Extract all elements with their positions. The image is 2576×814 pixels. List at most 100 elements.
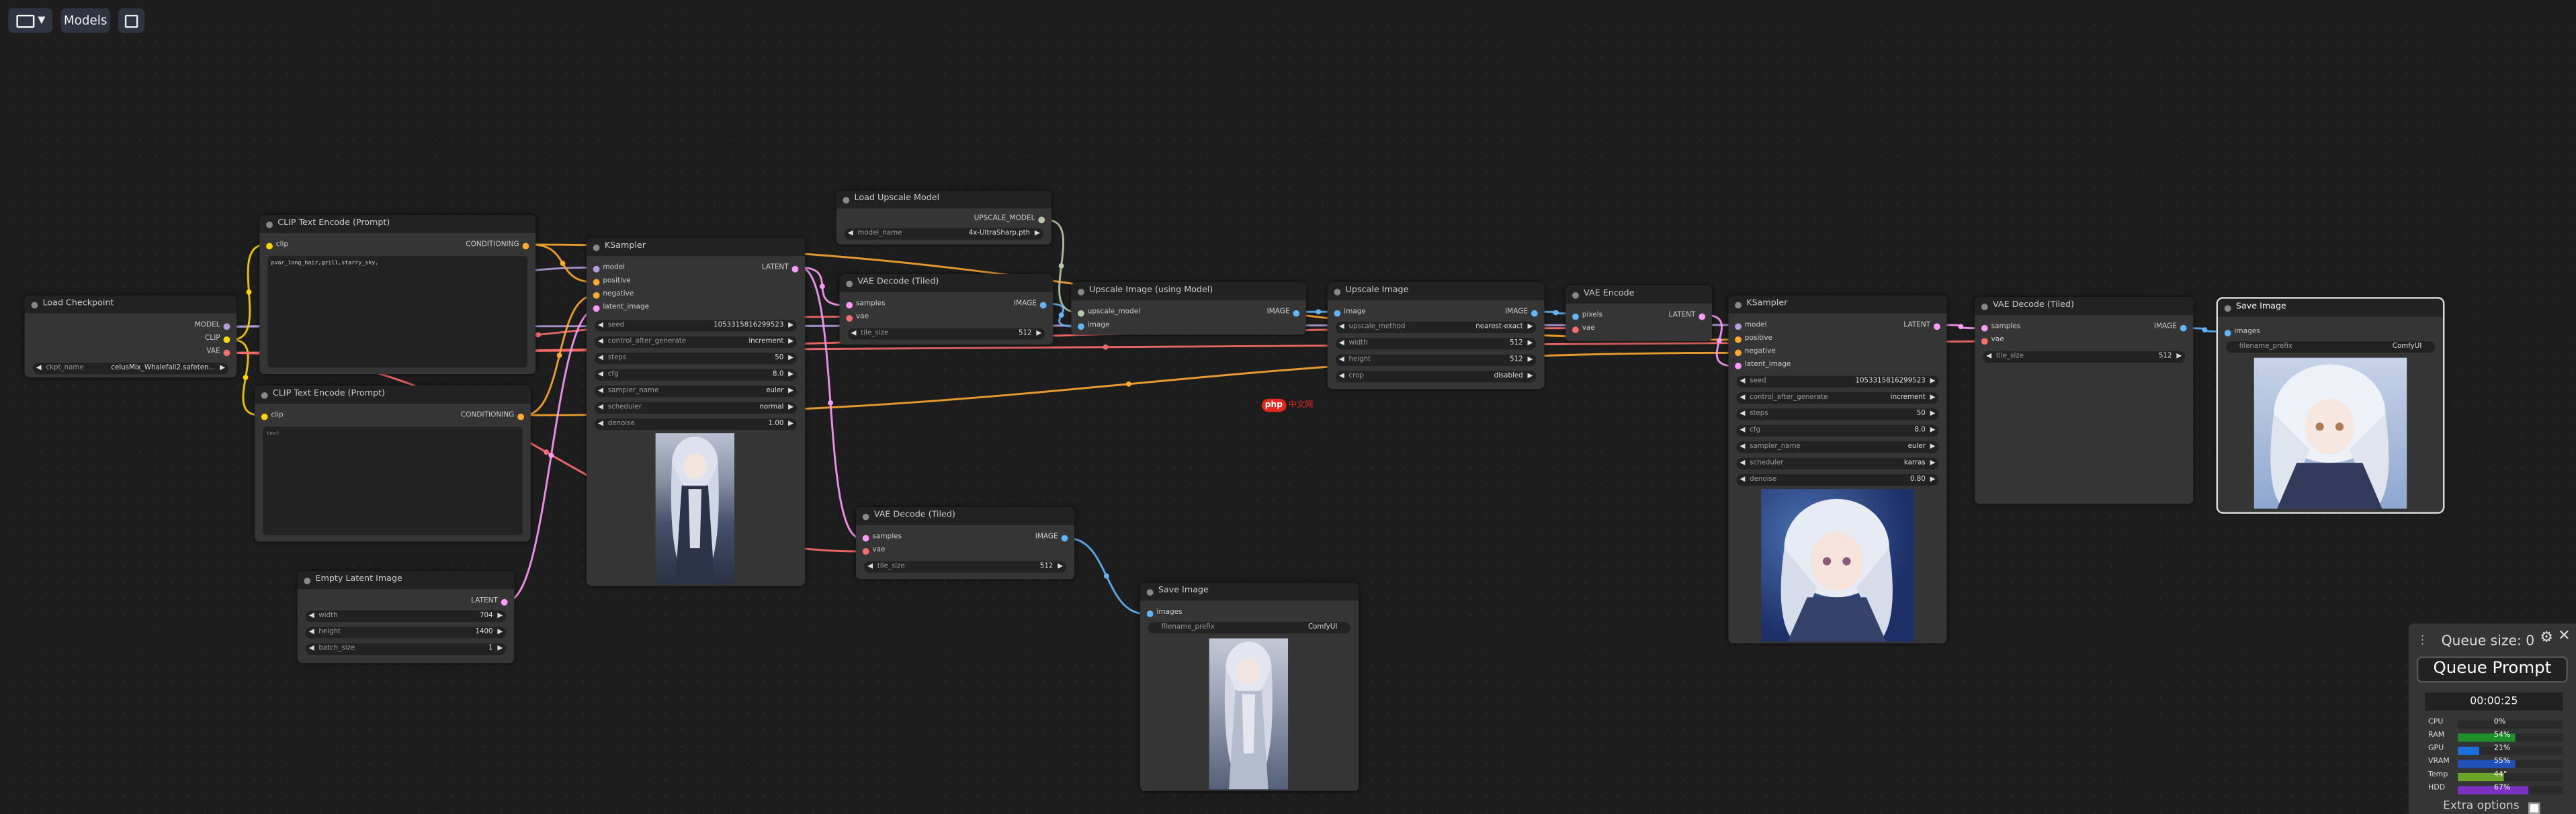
tile-size-widget[interactable]: ◀ tile_size 512 ▶ [847, 328, 1045, 339]
output-conditioning[interactable]: CONDITIONING [466, 241, 529, 249]
collapse-dot[interactable] [843, 195, 850, 203]
save-workflow-button[interactable] [118, 8, 145, 33]
crop-combo[interactable]: ◀ crop disabled ▶ [1335, 371, 1537, 382]
node-title[interactable]: CLIP Text Encode (Prompt) [259, 215, 536, 233]
sampler-name-widget[interactable]: ◀ sampler_name euler ▶ [595, 386, 797, 397]
output-latent[interactable]: LATENT [762, 264, 799, 273]
seed-widget[interactable]: ◀ seed 1053315816299523 ▶ [1736, 375, 1939, 387]
input-model[interactable]: model [593, 264, 625, 273]
input-clip[interactable]: clip [266, 241, 288, 249]
denoise-widget[interactable]: ◀ denoise 1.00 ▶ [595, 418, 797, 430]
vae-decode-tiled-node-1[interactable]: VAE Decode (Tiled) samples vae IMAGE ◀ ti… [839, 274, 1054, 345]
input-image[interactable]: image [1334, 308, 1366, 317]
node-title[interactable]: Upscale Image (using Model) [1071, 282, 1306, 301]
vae-decode-tiled-node-2[interactable]: VAE Decode (Tiled) samples vae IMAGE ◀ ti… [855, 507, 1075, 580]
batch-size-widget[interactable]: ◀ batch_size 1 ▶ [305, 643, 507, 654]
output-vae[interactable]: VAE [206, 348, 230, 356]
clip-text-encode-negative-node[interactable]: CLIP Text Encode (Prompt) clip CONDITION… [255, 386, 531, 542]
input-samples[interactable]: samples [1981, 323, 2020, 332]
filename-prefix-field[interactable]: filename_prefix ComfyUI [2226, 341, 2435, 353]
output-image[interactable]: IMAGE [1035, 533, 1068, 541]
folder-menu-button[interactable]: ▼ [8, 8, 53, 33]
scheduler-widget[interactable]: ◀ scheduler normal ▶ [595, 402, 797, 413]
ksampler-node-2[interactable]: KSampler model positive negative latent_… [1728, 295, 1947, 643]
collapse-dot[interactable] [593, 243, 600, 251]
clip-text-encode-positive-node[interactable]: CLIP Text Encode (Prompt) clip CONDITION… [259, 215, 536, 375]
width-widget[interactable]: ◀ width 512 ▶ [1335, 338, 1537, 349]
model-name-combo[interactable]: ◀ model_name 4x-UltraSharp.pth ▶ [844, 228, 1043, 239]
output-clip[interactable]: CLIP [205, 334, 230, 343]
input-upscale-model[interactable]: upscale_model [1078, 308, 1140, 317]
empty-latent-image-node[interactable]: Empty Latent Image LATENT ◀ width 704 ▶ ◀ he… [297, 571, 515, 664]
output-upscale-model[interactable]: UPSCALE_MODEL [974, 215, 1045, 223]
collapse-dot[interactable] [304, 576, 311, 584]
output-image[interactable]: IMAGE [1505, 308, 1538, 317]
ckpt-name-combo[interactable]: ◀ ckpt_name celusMix_Whalefall2.safeten...… [32, 363, 228, 374]
output-model[interactable]: MODEL [195, 322, 230, 330]
input-model[interactable]: model [1735, 322, 1767, 330]
extra-options-checkbox[interactable] [2528, 802, 2540, 814]
input-image[interactable]: image [1078, 322, 1109, 330]
output-image[interactable]: IMAGE [1267, 308, 1300, 317]
collapse-dot[interactable] [862, 512, 869, 520]
ksampler-node-1[interactable]: KSampler model positive negative latent_… [586, 238, 806, 586]
input-latent-image[interactable]: latent_image [1735, 361, 1791, 369]
control-after-generate-widget[interactable]: ◀ control_after_generate increment ▶ [1736, 392, 1939, 404]
input-positive[interactable]: positive [593, 277, 631, 285]
node-title[interactable]: VAE Decode (Tiled) [839, 274, 1054, 292]
upscale-image-using-model-node[interactable]: Upscale Image (using Model) upscale_mode… [1071, 282, 1306, 335]
output-image[interactable]: IMAGE [1014, 300, 1047, 308]
models-button[interactable]: Models [60, 8, 110, 33]
input-samples[interactable]: samples [846, 300, 886, 308]
collapse-dot[interactable] [846, 279, 853, 287]
node-title[interactable]: VAE Decode (Tiled) [855, 507, 1075, 525]
drag-handle-icon[interactable]: ⋮ [2417, 633, 2428, 647]
width-widget[interactable]: ◀ width 704 ▶ [305, 610, 507, 622]
height-widget[interactable]: ◀ height 1400 ▶ [305, 627, 507, 638]
save-image-node-2[interactable]: Save Image images filename_prefix ComfyUI [1140, 582, 1359, 791]
node-title[interactable]: Load Checkpoint [24, 295, 237, 314]
collapse-dot[interactable] [1981, 302, 1988, 310]
input-vae[interactable]: vae [862, 547, 886, 555]
node-title[interactable]: Upscale Image [1327, 282, 1545, 301]
node-title[interactable]: Save Image [1140, 582, 1359, 601]
steps-widget[interactable]: ◀ steps 50 ▶ [1736, 408, 1939, 420]
output-latent[interactable]: LATENT [1669, 312, 1706, 320]
input-pixels[interactable]: pixels [1572, 312, 1602, 320]
input-images[interactable]: images [2224, 328, 2260, 336]
prompt-textarea[interactable]: text [263, 426, 523, 535]
control-after-generate-widget[interactable]: ◀ control_after_generate increment ▶ [595, 336, 797, 348]
output-latent[interactable]: LATENT [471, 597, 508, 606]
gear-icon[interactable]: ⚙ [2540, 630, 2553, 646]
input-negative[interactable]: negative [593, 290, 634, 299]
output-latent[interactable]: LATENT [1903, 322, 1940, 330]
seed-widget[interactable]: ◀ seed 1053315816299523 ▶ [595, 320, 797, 331]
node-graph-canvas[interactable]: ▼ Models Load Checkpoint MODEL CLIP VAE … [0, 0, 2576, 814]
collapse-dot[interactable] [1334, 287, 1341, 295]
load-upscale-model-node[interactable]: Load Upscale Model UPSCALE_MODEL ◀ model_… [836, 190, 1051, 245]
output-image[interactable]: IMAGE [2154, 323, 2187, 332]
close-icon[interactable]: ✕ [2558, 629, 2570, 645]
height-widget[interactable]: ◀ height 512 ▶ [1335, 354, 1537, 365]
collapse-dot[interactable] [1572, 291, 1579, 298]
scheduler-widget[interactable]: ◀ scheduler karras ▶ [1736, 457, 1939, 469]
node-title[interactable]: CLIP Text Encode (Prompt) [255, 386, 531, 404]
output-conditioning[interactable]: CONDITIONING [461, 412, 525, 420]
node-title[interactable]: Empty Latent Image [297, 571, 515, 590]
input-vae[interactable]: vae [846, 314, 869, 322]
cfg-widget[interactable]: ◀ cfg 8.0 ▶ [595, 369, 797, 380]
node-title[interactable]: VAE Decode (Tiled) [1975, 297, 2194, 316]
tile-size-widget[interactable]: ◀ tile_size 512 ▶ [864, 561, 1066, 572]
collapse-dot[interactable] [31, 301, 38, 308]
node-title[interactable]: Save Image [2218, 298, 2444, 317]
collapse-dot[interactable] [1735, 301, 1742, 308]
input-vae[interactable]: vae [1981, 336, 2004, 345]
cfg-widget[interactable]: ◀ cfg 8.0 ▶ [1736, 424, 1939, 436]
node-title[interactable]: VAE Encode [1565, 285, 1712, 304]
collapse-dot[interactable] [1146, 588, 1154, 595]
input-samples[interactable]: samples [862, 533, 902, 541]
input-latent-image[interactable]: latent_image [593, 304, 649, 312]
node-title[interactable]: Load Upscale Model [836, 190, 1051, 209]
steps-widget[interactable]: ◀ steps 50 ▶ [595, 353, 797, 364]
node-title[interactable]: KSampler [586, 238, 806, 257]
